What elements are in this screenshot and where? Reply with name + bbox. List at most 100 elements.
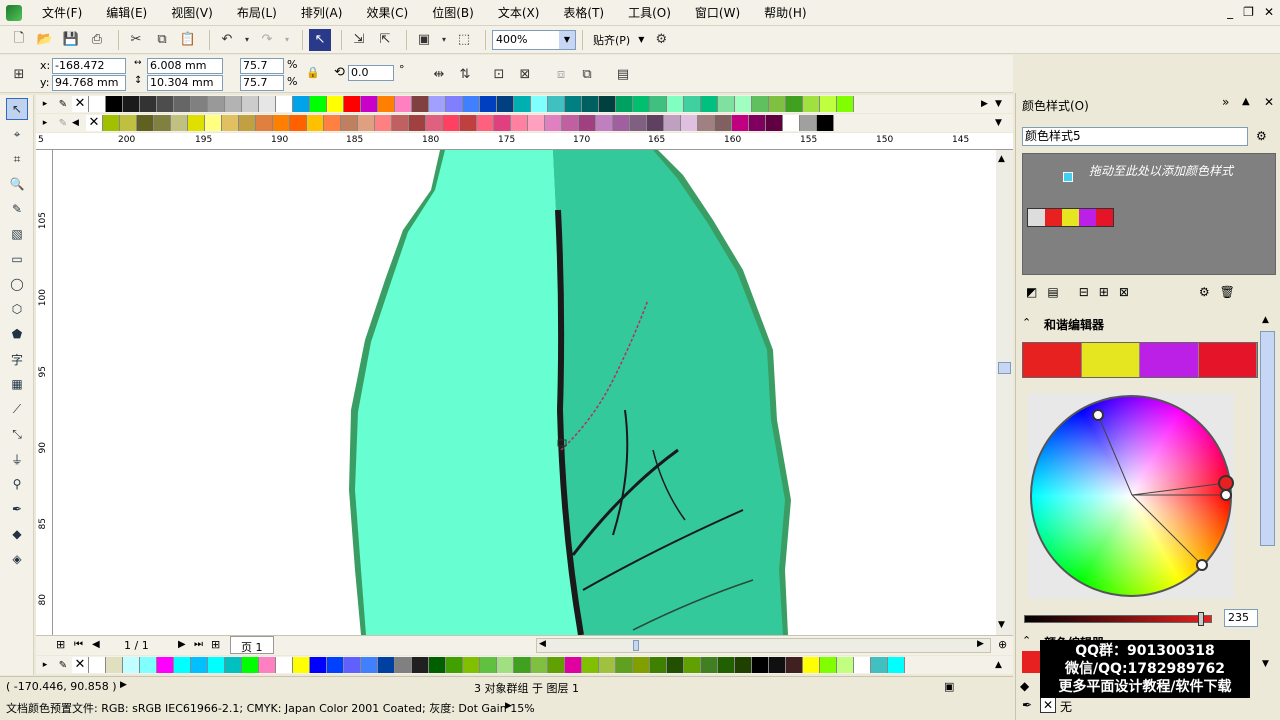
color-styles-list[interactable]: 拖动至此处以添加颜色样式 (1022, 153, 1276, 275)
palette-swatch[interactable] (769, 657, 786, 673)
palette-swatch[interactable] (783, 115, 800, 131)
palette-swatch[interactable] (766, 115, 783, 131)
palette-swatch[interactable] (341, 115, 358, 131)
expand-arrow-icon[interactable]: ▶ (120, 680, 127, 690)
palette-swatch[interactable] (174, 657, 191, 673)
search-content-icon[interactable]: ↖ (309, 28, 331, 51)
palette-swatch[interactable] (310, 96, 327, 112)
palette-swatch[interactable] (344, 96, 361, 112)
last-page-icon[interactable]: ⏭ (194, 639, 203, 650)
palette-swatch[interactable] (647, 115, 664, 131)
palette-swatch[interactable] (497, 657, 514, 673)
palette-swatch[interactable] (718, 96, 735, 112)
palette-swatch[interactable] (817, 115, 834, 131)
menu-layout[interactable]: 布局(L) (225, 0, 289, 26)
menu-bitmaps[interactable]: 位图(B) (420, 0, 486, 26)
x-position-field[interactable]: -168.472 mm (52, 58, 126, 86)
palette-swatch[interactable] (239, 115, 256, 131)
palette-swatch[interactable] (259, 96, 276, 112)
palette-swatch[interactable] (888, 657, 905, 673)
palette-swatch[interactable] (358, 115, 375, 131)
new-color-style-icon[interactable]: ◩ (1026, 285, 1037, 299)
width-field[interactable]: 6.008 mm (147, 58, 223, 74)
palette-swatch[interactable] (290, 115, 307, 131)
palette-swatch[interactable] (820, 96, 837, 112)
snap-dropdown-icon[interactable]: ▼ (638, 35, 644, 44)
convert-icon[interactable]: ⊟ (1079, 285, 1089, 299)
swatch[interactable] (1096, 209, 1113, 226)
docker-expand-icon[interactable]: » (1222, 95, 1229, 109)
palette-expand-icon[interactable]: ▼ (995, 99, 1013, 109)
palette-swatch[interactable] (837, 96, 854, 112)
eyedropper-tool-icon[interactable]: ⚲ (6, 473, 28, 495)
palette-swatch[interactable] (273, 115, 290, 131)
color-wheel-area[interactable] (1028, 393, 1234, 599)
palette-swatch[interactable] (752, 657, 769, 673)
full-screen-preview-icon[interactable]: ⬚ (453, 29, 475, 51)
redo-icon[interactable]: ↷ (256, 29, 278, 51)
fill-tool-icon[interactable]: ◆ (6, 523, 28, 545)
no-color-swatch[interactable]: ✕ (72, 657, 89, 673)
palette-scroll-left-icon[interactable]: ◀ (72, 118, 86, 128)
palette-swatch[interactable] (276, 96, 293, 112)
palette-swatch[interactable] (327, 96, 344, 112)
rotation-angle-field[interactable]: 0.0 (348, 65, 394, 81)
palette-swatch[interactable] (242, 96, 259, 112)
palette-swatch[interactable] (565, 657, 582, 673)
scroll-left-icon[interactable]: ◀ (539, 639, 546, 649)
shape-tool-icon[interactable]: ⌖ (6, 123, 28, 145)
scroll-thumb[interactable] (998, 362, 1011, 374)
palette-swatch[interactable] (208, 657, 225, 673)
palette-swatch[interactable] (514, 657, 531, 673)
palette-swatch[interactable] (854, 657, 871, 673)
export-icon[interactable]: ⇱ (374, 29, 396, 51)
palette-expand-icon[interactable]: ▼ (995, 118, 1013, 128)
palette-swatch[interactable] (157, 96, 174, 112)
palette-swatch[interactable] (375, 115, 392, 131)
palette-swatch[interactable] (871, 657, 888, 673)
palette-swatch[interactable] (715, 115, 732, 131)
swatch[interactable] (1045, 209, 1062, 226)
palette-swatch[interactable] (361, 657, 378, 673)
restore-icon[interactable]: ❐ (1243, 5, 1254, 19)
group-icon[interactable]: ⊡ (488, 63, 510, 85)
ellipse-tool-icon[interactable]: ◯ (6, 273, 28, 295)
palette-swatch[interactable] (205, 115, 222, 131)
smart-fill-icon[interactable]: ▧ (6, 223, 28, 245)
no-color-icon[interactable]: ✕ (1040, 697, 1056, 713)
redo-dropdown-icon[interactable]: ▾ (282, 29, 292, 51)
swatch[interactable] (1062, 209, 1079, 226)
palette-swatch[interactable] (599, 96, 616, 112)
rectangle-tool-icon[interactable]: ▭ (6, 248, 28, 270)
palette-swatch[interactable] (446, 657, 463, 673)
snapshot-icon[interactable]: ▣ (944, 680, 954, 693)
palette-swatch[interactable] (310, 657, 327, 673)
palette-swatch[interactable] (480, 657, 497, 673)
outline-pen-icon[interactable]: ✒ (6, 498, 28, 520)
page-tab[interactable]: 页 1 (230, 636, 274, 654)
palette-swatch[interactable] (222, 115, 239, 131)
palette-swatch[interactable] (735, 96, 752, 112)
scale-x-field[interactable]: 75.7 (240, 58, 284, 74)
palette-swatch[interactable] (701, 657, 718, 673)
scroll-thumb[interactable] (633, 640, 639, 651)
palette-swatch[interactable] (701, 96, 718, 112)
palette-swatch[interactable] (89, 657, 106, 673)
palette-swatch[interactable] (633, 657, 650, 673)
palette-swatch[interactable] (242, 657, 259, 673)
menu-view[interactable]: 视图(V) (159, 0, 225, 26)
text-tool-icon[interactable]: 字 (6, 348, 28, 370)
palette-swatch[interactable] (650, 96, 667, 112)
menu-edit[interactable]: 编辑(E) (94, 0, 159, 26)
harmony-color[interactable] (1081, 343, 1140, 377)
undo-icon[interactable]: ↶ (216, 29, 238, 51)
palette-swatch[interactable] (276, 657, 293, 673)
eyedropper-icon[interactable]: ✎ (54, 118, 72, 129)
freehand-tool-icon[interactable]: ✎ (6, 198, 28, 220)
expand-arrow-icon[interactable]: ▶ (505, 701, 512, 711)
palette-swatch[interactable] (412, 657, 429, 673)
connector-tool-icon[interactable]: ⤡ (6, 423, 28, 445)
open-folder-icon[interactable]: 📂 (34, 29, 56, 51)
palette-swatch[interactable] (188, 115, 205, 131)
palette-swatch[interactable] (429, 657, 446, 673)
